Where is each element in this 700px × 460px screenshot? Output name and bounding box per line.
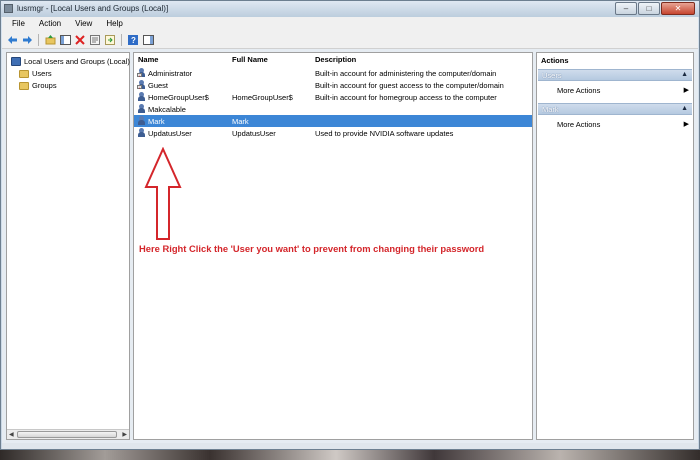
menu-help[interactable]: Help xyxy=(100,17,128,31)
submenu-arrow-icon: ▶ xyxy=(683,121,689,128)
window-title: lusrmgr - [Local Users and Groups (Local… xyxy=(17,4,169,13)
tree-item-label: Users xyxy=(32,69,52,78)
toolbar-separator xyxy=(121,33,122,46)
user-name: HomeGroupUser$ xyxy=(148,93,209,102)
user-name: Administrator xyxy=(148,69,193,78)
scroll-left-icon[interactable]: ◀ xyxy=(9,431,14,438)
toolbar: ? xyxy=(2,31,698,49)
back-arrow-icon[interactable] xyxy=(6,34,18,46)
table-row[interactable]: HomeGroupUser$ HomeGroupUser$ Built-in a… xyxy=(134,91,532,103)
menu-file[interactable]: File xyxy=(6,17,31,31)
action-section-mark[interactable]: Mark ▲ xyxy=(538,103,692,115)
menu-action[interactable]: Action xyxy=(33,17,67,31)
user-full-name: HomeGroupUser$ xyxy=(232,93,293,102)
more-actions-link[interactable]: More Actions xyxy=(557,120,600,129)
action-section-label: Users xyxy=(542,71,562,80)
user-description: Built-in account for guest access to the… xyxy=(315,81,504,90)
scroll-right-icon[interactable]: ▶ xyxy=(122,431,127,438)
actions-pane: Actions Users ▲ More Actions ▶ Mark ▲ Mo… xyxy=(536,52,694,440)
user-icon: ↓ xyxy=(137,68,146,78)
delete-icon[interactable] xyxy=(74,34,86,46)
show-hide-tree-icon[interactable] xyxy=(59,34,71,46)
window-controls: – □ ✕ xyxy=(615,2,695,15)
user-icon xyxy=(137,116,146,125)
up-folder-icon[interactable] xyxy=(44,34,56,46)
help-icon[interactable]: ? xyxy=(127,34,139,46)
collapse-up-icon[interactable]: ▲ xyxy=(681,71,688,78)
menu-view[interactable]: View xyxy=(69,17,98,31)
submenu-arrow-icon: ▶ xyxy=(683,87,689,94)
tree-item-label: Groups xyxy=(32,81,57,90)
action-section-label: Mark xyxy=(542,105,559,114)
column-header-description[interactable]: Description xyxy=(315,55,356,64)
user-name: Mark xyxy=(148,117,165,126)
user-name: UpdatusUser xyxy=(148,129,192,138)
user-icon xyxy=(137,92,146,101)
column-header-full-name[interactable]: Full Name xyxy=(232,55,268,64)
user-name: Makcalable xyxy=(148,105,186,114)
horizontal-scrollbar[interactable]: ◀ ▶ xyxy=(7,429,129,439)
user-full-name: UpdatusUser xyxy=(232,129,276,138)
table-row[interactable]: ↓ Guest Built-in account for guest acces… xyxy=(134,79,532,91)
maximize-button[interactable]: □ xyxy=(638,2,660,15)
annotation-text: Here Right Click the 'User you want' to … xyxy=(139,243,485,254)
table-row[interactable]: Makcalable xyxy=(134,103,532,115)
forward-arrow-icon[interactable] xyxy=(21,34,33,46)
close-button[interactable]: ✕ xyxy=(661,2,695,15)
user-icon xyxy=(137,104,146,113)
more-actions-link[interactable]: More Actions xyxy=(557,86,600,95)
folder-icon xyxy=(19,69,29,78)
annotation-up-arrow-icon xyxy=(144,147,182,240)
tree-item-users[interactable]: Users xyxy=(19,69,52,78)
show-hide-action-pane-icon[interactable] xyxy=(142,34,154,46)
user-name: Guest xyxy=(148,81,169,90)
menu-bar: File Action View Help xyxy=(2,17,698,31)
app-icon xyxy=(4,4,13,13)
user-icon: ↓ xyxy=(137,80,146,90)
tree-item-groups[interactable]: Groups xyxy=(19,81,57,90)
user-description: Built-in account for administering the c… xyxy=(315,69,497,78)
toolbar-separator xyxy=(38,33,39,46)
tree-root[interactable]: Local Users and Groups (Local) xyxy=(11,57,130,66)
action-section-users[interactable]: Users ▲ xyxy=(538,69,692,81)
actions-title: Actions xyxy=(541,56,569,65)
svg-text:?: ? xyxy=(131,36,136,45)
status-bar xyxy=(2,443,698,449)
folder-icon xyxy=(19,81,29,90)
user-description: Built-in account for homegroup access to… xyxy=(315,93,497,102)
minimize-button[interactable]: – xyxy=(615,2,637,15)
content-area: Local Users and Groups (Local) Users Gro… xyxy=(2,49,698,443)
tree-pane: Local Users and Groups (Local) Users Gro… xyxy=(6,52,130,440)
computer-users-icon xyxy=(11,57,21,66)
user-description: Used to provide NVIDIA software updates xyxy=(315,129,454,138)
column-header-name[interactable]: Name xyxy=(138,55,158,64)
tree-root-label: Local Users and Groups (Local) xyxy=(24,57,130,66)
user-list-pane: Name Full Name Description ↓ Administrat… xyxy=(133,52,533,440)
user-icon xyxy=(137,128,146,137)
export-icon[interactable] xyxy=(104,34,116,46)
table-row[interactable]: UpdatusUser UpdatusUser Used to provide … xyxy=(134,127,532,139)
user-full-name: Mark xyxy=(232,117,249,126)
scrollbar-thumb[interactable] xyxy=(17,431,117,438)
table-row[interactable]: ↓ Administrator Built-in account for adm… xyxy=(134,67,532,79)
collapse-up-icon[interactable]: ▲ xyxy=(681,105,688,112)
title-bar[interactable]: lusrmgr - [Local Users and Groups (Local… xyxy=(1,1,699,17)
app-window: lusrmgr - [Local Users and Groups (Local… xyxy=(0,0,700,450)
table-row-selected[interactable]: Mark Mark xyxy=(134,115,532,127)
properties-icon[interactable] xyxy=(89,34,101,46)
